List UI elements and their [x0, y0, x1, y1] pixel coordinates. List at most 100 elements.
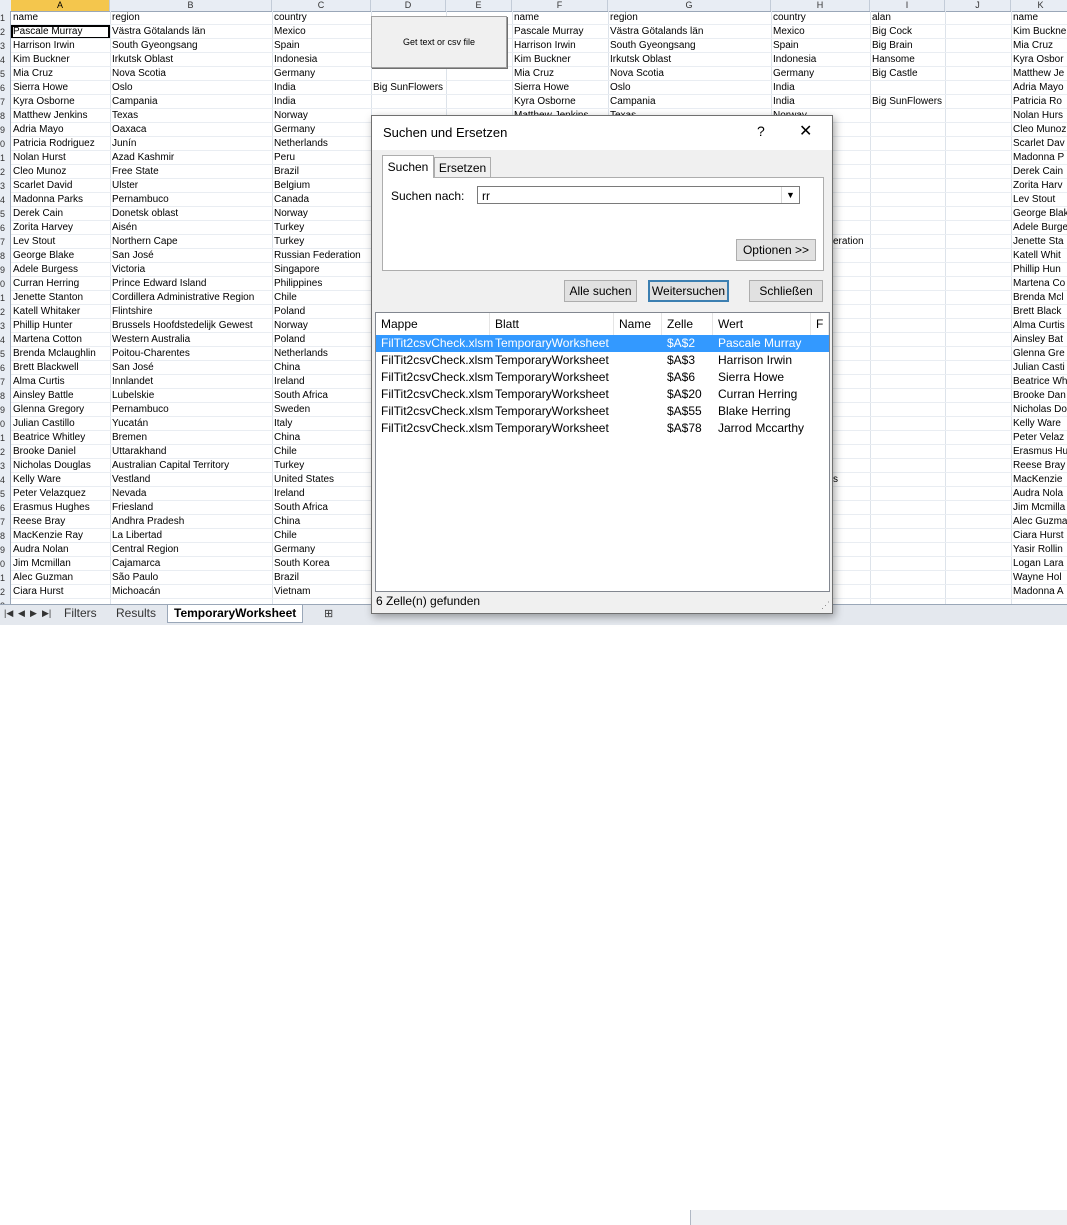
cell[interactable]: Brooke Dan	[1011, 389, 1067, 403]
cell[interactable]: Julian Castillo	[11, 417, 110, 431]
cell[interactable]: Aisén	[110, 221, 272, 235]
cell[interactable]: Scarlet Dav	[1011, 137, 1067, 151]
cell[interactable]: Harrison Irwin	[11, 39, 110, 53]
cell[interactable]: San José	[110, 361, 272, 375]
cell[interactable]: Martena Co	[1011, 277, 1067, 291]
help-icon[interactable]: ?	[757, 123, 765, 139]
cell[interactable]: eration	[831, 235, 871, 249]
cell[interactable]: San José	[110, 249, 272, 263]
tab-replace[interactable]: Ersetzen	[434, 157, 491, 178]
cell[interactable]: Turkey	[272, 235, 371, 249]
cell[interactable]: MacKenzie	[1011, 473, 1067, 487]
cell[interactable]: name	[1011, 11, 1067, 25]
row-header[interactable]: 7	[0, 95, 11, 109]
cell[interactable]: country	[771, 11, 870, 25]
cell[interactable]: Ciara Hurst	[11, 585, 110, 599]
row-header[interactable]: 8	[0, 109, 11, 123]
row-header[interactable]: 7	[0, 235, 11, 249]
cell[interactable]: Mexico	[272, 25, 371, 39]
row-header[interactable]: 0	[0, 557, 11, 571]
row-header[interactable]: 2	[0, 25, 11, 39]
row-header[interactable]: 7	[0, 375, 11, 389]
column-header-k[interactable]: K	[1011, 0, 1067, 11]
column-header-d[interactable]: D	[371, 0, 446, 11]
cell[interactable]: Martena Cotton	[11, 333, 110, 347]
cell[interactable]: Madonna P	[1011, 151, 1067, 165]
cell[interactable]: Logan Lara	[1011, 557, 1067, 571]
cell[interactable]: name	[512, 11, 608, 25]
cell[interactable]: Netherlands	[272, 137, 371, 151]
cell[interactable]: Peru	[272, 151, 371, 165]
row-header[interactable]: 0	[0, 137, 11, 151]
cell[interactable]: Pernambuco	[110, 403, 272, 417]
cell[interactable]: Lubelskie	[110, 389, 272, 403]
cell[interactable]: Prince Edward Island	[110, 277, 272, 291]
cell[interactable]: Nicholas Do	[1011, 403, 1067, 417]
cell[interactable]: Ciara Hurst	[1011, 529, 1067, 543]
row-header[interactable]: 1	[0, 431, 11, 445]
cell[interactable]: Flintshire	[110, 305, 272, 319]
cell[interactable]: Adria Mayo	[1011, 81, 1067, 95]
cell[interactable]: Nolan Hurs	[1011, 109, 1067, 123]
cell[interactable]: Derek Cain	[1011, 165, 1067, 179]
cell[interactable]: Mia Cruz	[1011, 39, 1067, 53]
cell[interactable]: Sweden	[272, 403, 371, 417]
cell[interactable]: Germany	[272, 123, 371, 137]
cell[interactable]: Jim Mcmilla	[1011, 501, 1067, 515]
cell[interactable]: Big Castle	[870, 67, 945, 81]
row-header[interactable]: 1	[0, 571, 11, 585]
row-header[interactable]: 8	[0, 389, 11, 403]
cell[interactable]: Yucatán	[110, 417, 272, 431]
cell[interactable]: Turkey	[272, 221, 371, 235]
cell[interactable]: India	[771, 95, 870, 109]
tab-temporaryworksheet[interactable]: TemporaryWorksheet	[167, 605, 304, 623]
tab-filters[interactable]: Filters	[58, 605, 103, 622]
row-header[interactable]: 2	[0, 165, 11, 179]
prev-sheet-icon[interactable]: ◀	[18, 608, 25, 619]
new-sheet-icon[interactable]: ⊞	[324, 607, 333, 620]
cell[interactable]: Västra Götalands län	[110, 25, 272, 39]
cell[interactable]: region	[608, 11, 771, 25]
row-header[interactable]: 0	[0, 417, 11, 431]
cell[interactable]: Glenna Gregory	[11, 403, 110, 417]
cell[interactable]: Peter Velazquez	[11, 487, 110, 501]
cell[interactable]: Friesland	[110, 501, 272, 515]
cell[interactable]: Ulster	[110, 179, 272, 193]
cell[interactable]: Nolan Hurst	[11, 151, 110, 165]
column-header-mappe[interactable]: Mappe	[376, 313, 490, 335]
get-text-or-csv-button[interactable]: Get text or csv file	[371, 16, 507, 68]
cell[interactable]: name	[11, 11, 110, 25]
cell[interactable]: Cleo Munoz	[1011, 123, 1067, 137]
cell[interactable]: Irkutsk Oblast	[608, 53, 771, 67]
row-header[interactable]: 2	[0, 305, 11, 319]
cell[interactable]: Jim Mcmillan	[11, 557, 110, 571]
column-header-g[interactable]: G	[608, 0, 771, 11]
cell[interactable]: Andhra Pradesh	[110, 515, 272, 529]
row-header[interactable]: 3	[0, 179, 11, 193]
cell[interactable]: Pernambuco	[110, 193, 272, 207]
cell[interactable]: Ainsley Battle	[11, 389, 110, 403]
cell[interactable]: Chile	[272, 291, 371, 305]
cell[interactable]: Curran Herring	[11, 277, 110, 291]
cell[interactable]: Peter Velaz	[1011, 431, 1067, 445]
cell[interactable]: Kim Buckner	[512, 53, 608, 67]
row-header[interactable]: 5	[0, 67, 11, 81]
cell[interactable]: Vietnam	[272, 585, 371, 599]
cell[interactable]: Julian Casti	[1011, 361, 1067, 375]
row-header[interactable]: 9	[0, 543, 11, 557]
cell[interactable]: Innlandet	[110, 375, 272, 389]
cell[interactable]: La Libertad	[110, 529, 272, 543]
column-header-f[interactable]: F	[811, 313, 829, 335]
cell[interactable]: Reese Bray	[11, 515, 110, 529]
cell[interactable]: India	[272, 81, 371, 95]
cell[interactable]: Katell Whit	[1011, 249, 1067, 263]
cell[interactable]: Vestland	[110, 473, 272, 487]
cell[interactable]: Alma Curtis	[11, 375, 110, 389]
cell[interactable]: Russian Federation	[272, 249, 371, 263]
close-icon[interactable]: ✕	[799, 121, 812, 141]
cell[interactable]: Ainsley Bat	[1011, 333, 1067, 347]
row-header[interactable]: 8	[0, 249, 11, 263]
cell[interactable]: Spain	[771, 39, 870, 53]
list-item[interactable]: FilTit2csvCheck.xlsm TemporaryWorksheet $A…	[376, 420, 829, 437]
row-header[interactable]: 5	[0, 207, 11, 221]
